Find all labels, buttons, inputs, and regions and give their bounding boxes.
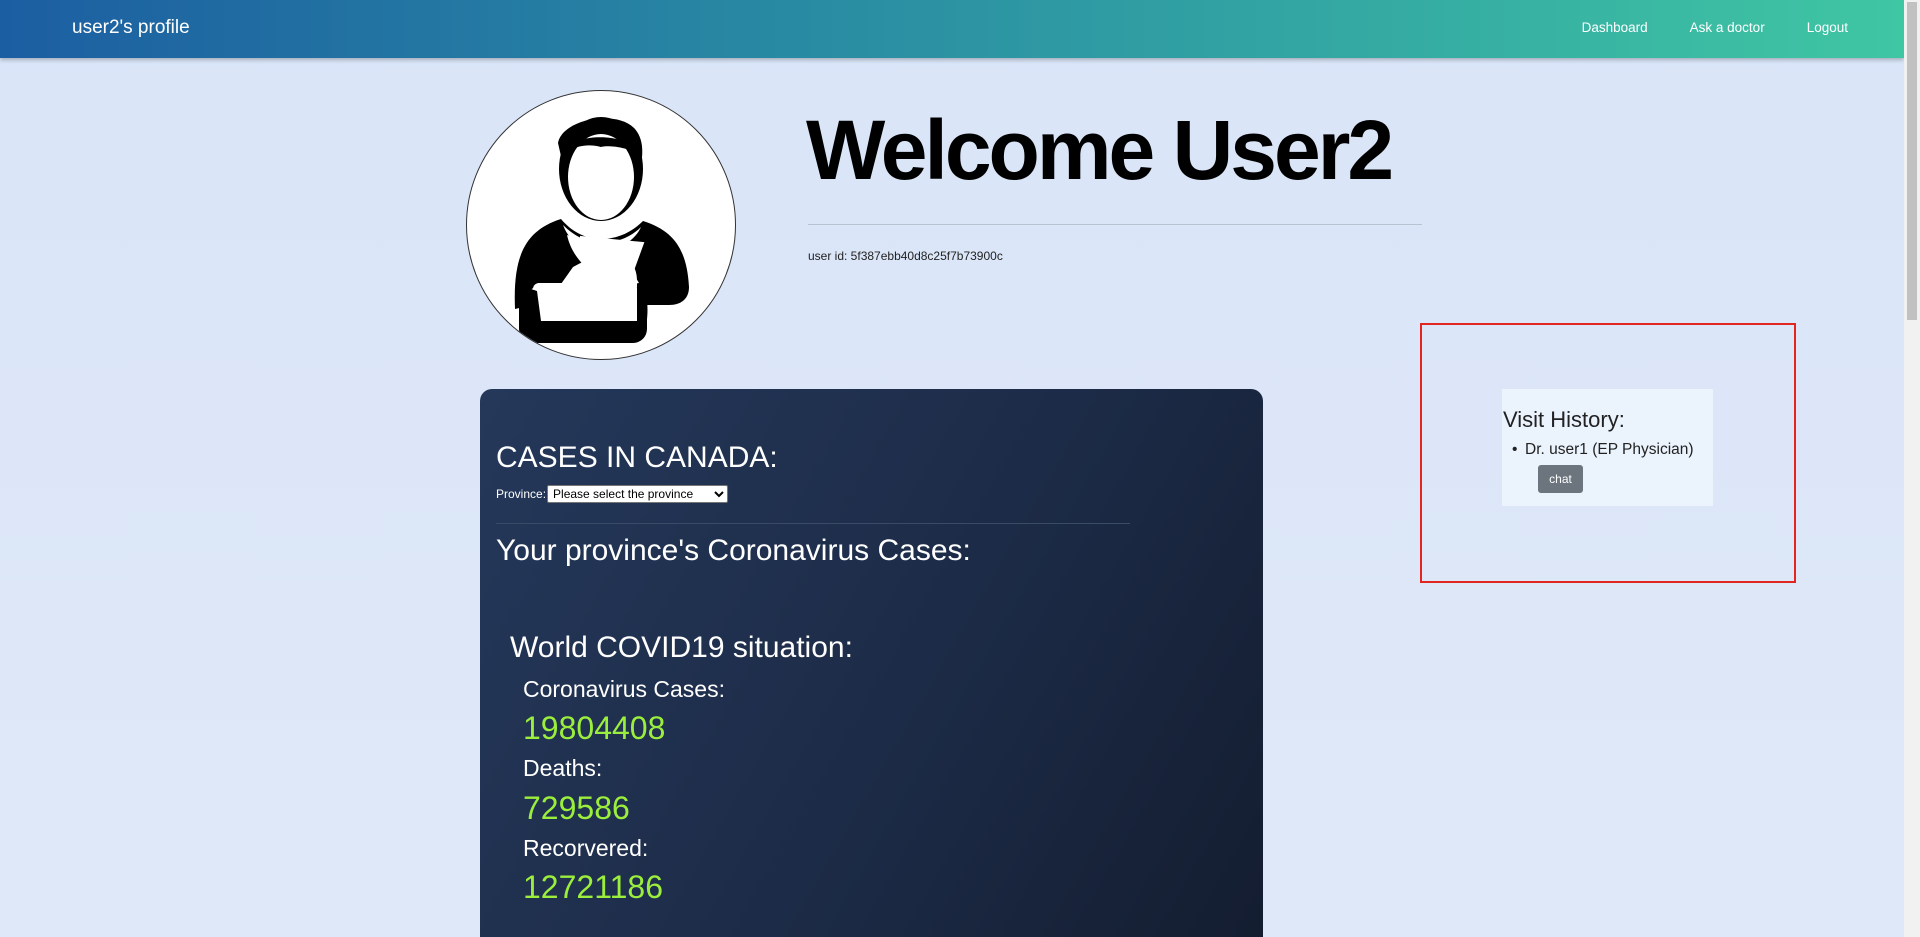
scrollbar-thumb[interactable]: [1907, 2, 1917, 320]
cases-in-canada-title: CASES IN CANADA:: [496, 441, 778, 474]
welcome-heading: Welcome User2: [806, 103, 1394, 197]
brand-link[interactable]: user2's profile: [72, 17, 190, 39]
world-deaths-label: Deaths:: [523, 755, 603, 781]
list-bullet: •: [1512, 441, 1518, 458]
welcome-divider: [808, 224, 1422, 225]
province-cases-heading: Your province's Coronavirus Cases:: [496, 534, 971, 567]
user-id-text: user id: 5f387ebb40d8c25f7b73900c: [808, 249, 1003, 263]
panel-divider: [496, 523, 1130, 524]
province-row: Province: Please select the province: [496, 485, 729, 503]
profile-avatar: [466, 90, 736, 360]
nav-dashboard-link[interactable]: Dashboard: [1582, 20, 1648, 35]
world-recovered-label: Recorvered:: [523, 835, 649, 861]
injured-person-arm-sling-icon: [514, 117, 689, 343]
visit-history-item: • Dr. user1 (EP Physician): [1512, 441, 1694, 459]
world-cases-label: Coronavirus Cases:: [523, 676, 725, 702]
province-select[interactable]: Please select the province: [547, 485, 729, 503]
profile-page: user2's profile Dashboard Ask a doctor L…: [0, 0, 1904, 937]
covid-cases-panel: CASES IN CANADA: Province: Please select…: [480, 389, 1263, 937]
chat-button[interactable]: chat: [1538, 465, 1583, 493]
page-scrollbar[interactable]: [1904, 0, 1920, 937]
nav-links: Dashboard Ask a doctor Logout: [1582, 20, 1848, 35]
visit-history-card: Visit History: • Dr. user1 (EP Physician…: [1502, 389, 1713, 506]
world-deaths-value: 729586: [523, 790, 630, 826]
world-covid-title: World COVID19 situation:: [510, 631, 853, 664]
top-navbar: user2's profile Dashboard Ask a doctor L…: [0, 0, 1904, 58]
province-label: Province:: [496, 487, 547, 501]
nav-ask-doctor-link[interactable]: Ask a doctor: [1690, 20, 1765, 35]
visit-doctor-name: Dr. user1 (EP Physician): [1525, 441, 1694, 458]
visit-history-title: Visit History:: [1503, 407, 1625, 432]
nav-logout-link[interactable]: Logout: [1807, 20, 1848, 35]
world-cases-value: 19804408: [523, 710, 666, 746]
world-recovered-value: 12721186: [523, 869, 663, 905]
